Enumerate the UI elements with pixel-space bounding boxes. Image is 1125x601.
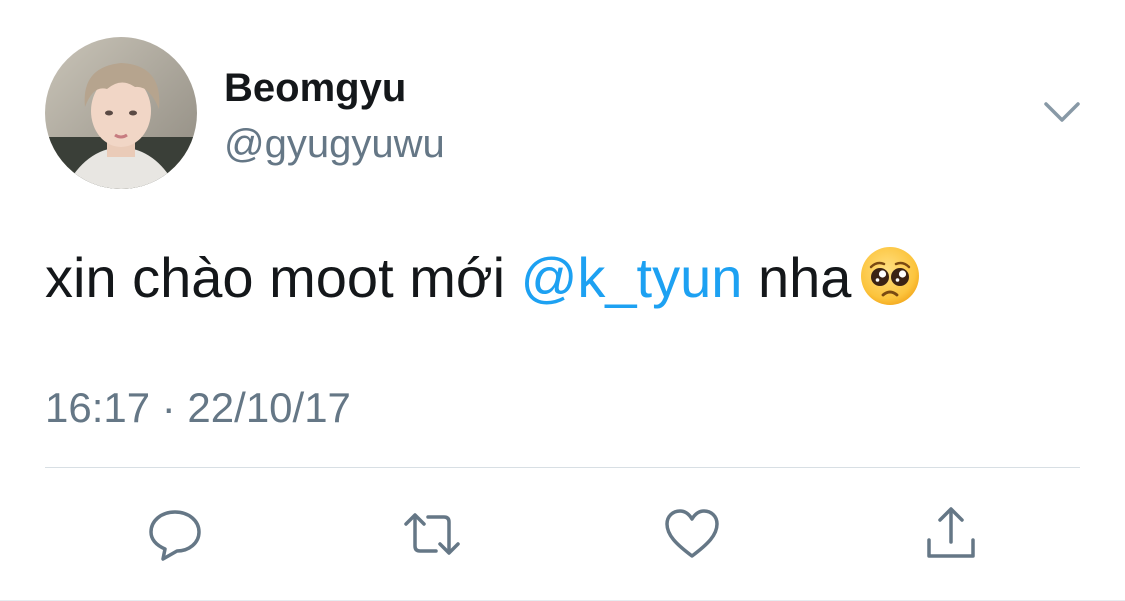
pleading-face-emoji: [859, 245, 921, 322]
display-name[interactable]: Beomgyu: [224, 64, 406, 112]
tweet-text-end: nha: [742, 246, 852, 309]
share-icon[interactable]: [921, 504, 981, 564]
tweet-text: xin chào moot mới @k_tyun nha: [45, 244, 921, 322]
tweet-text-start: xin chào moot mới: [45, 246, 521, 309]
mention-link[interactable]: @k_tyun: [521, 246, 743, 309]
avatar[interactable]: [45, 37, 197, 189]
username-handle[interactable]: @gyugyuwu: [224, 120, 445, 168]
like-icon[interactable]: [662, 504, 722, 564]
retweet-icon[interactable]: [402, 504, 462, 564]
reply-icon[interactable]: [145, 504, 205, 564]
chevron-down-icon[interactable]: [1040, 96, 1084, 130]
tweet-timestamp[interactable]: 16:17 · 22/10/17: [45, 383, 351, 433]
divider: [45, 467, 1080, 468]
